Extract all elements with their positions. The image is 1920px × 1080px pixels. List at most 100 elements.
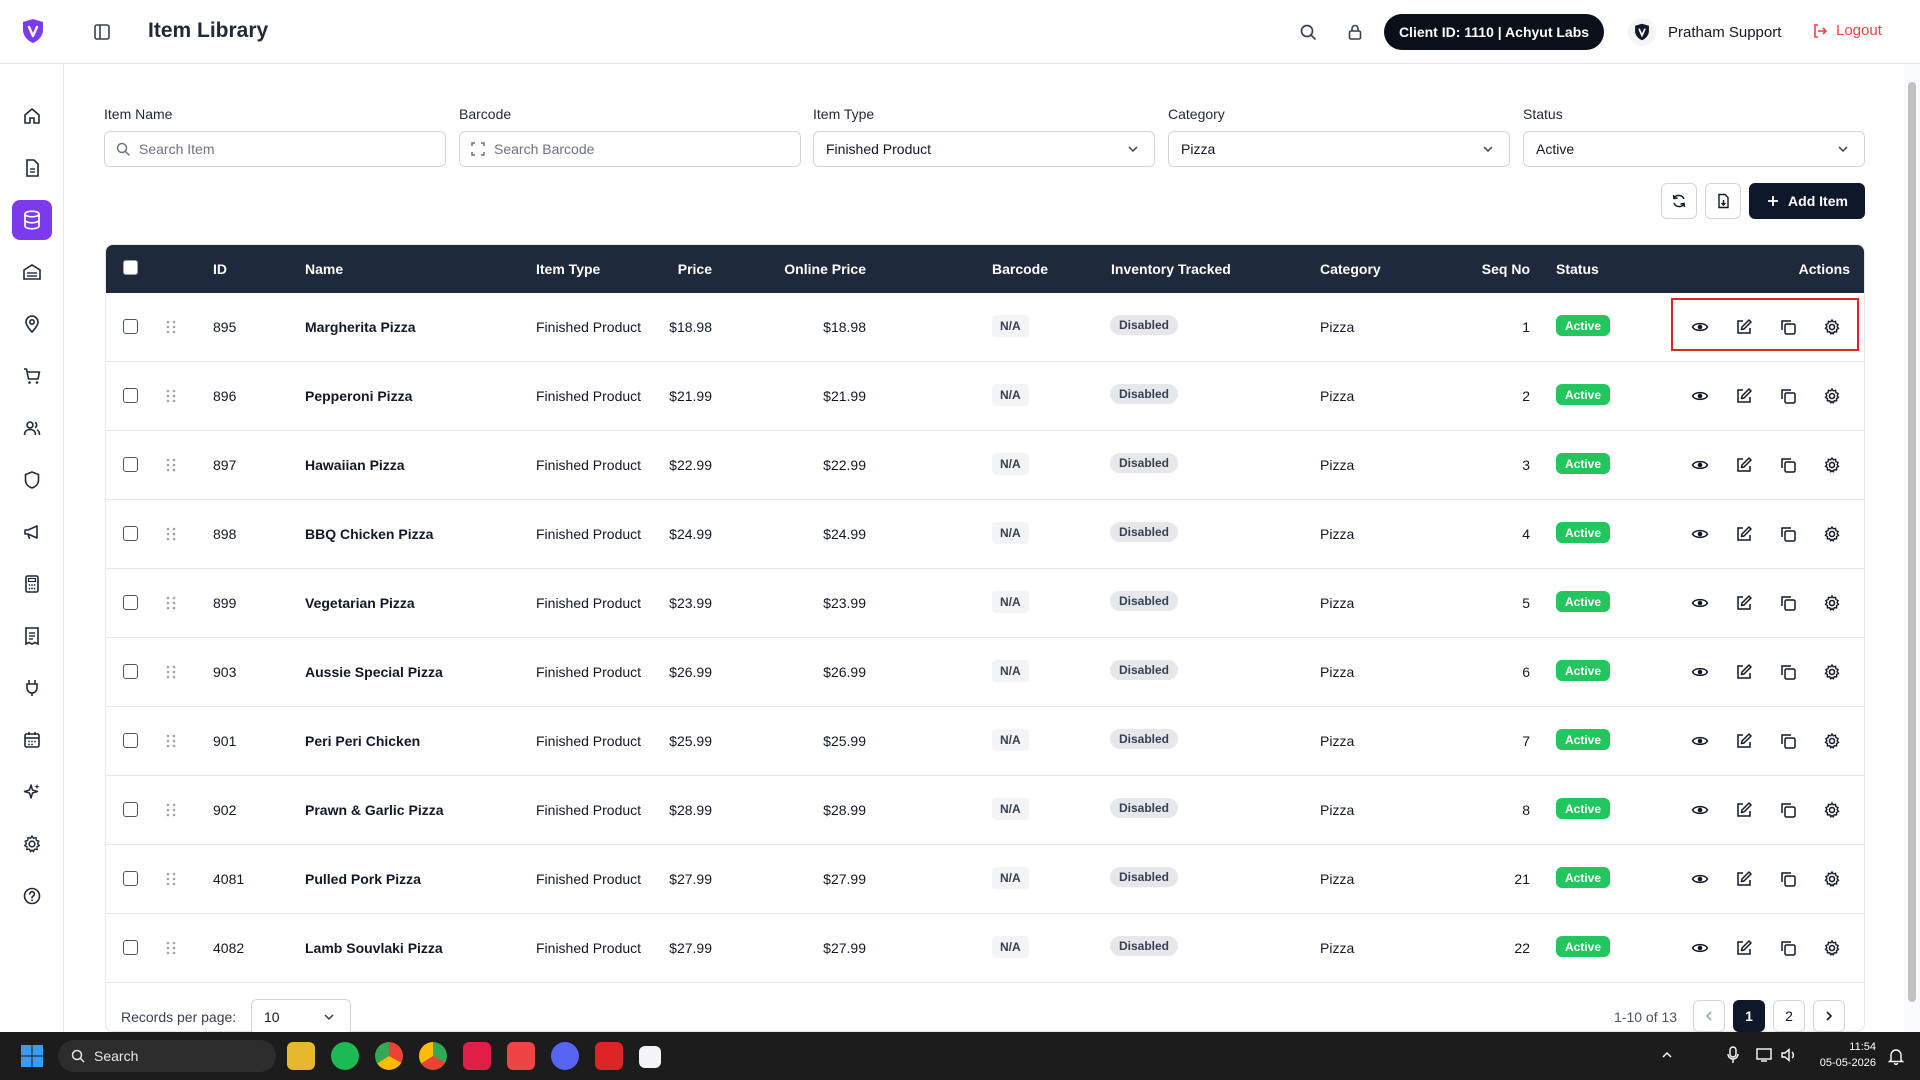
table-row[interactable]: 899 Vegetarian Pizza Finished Product $23.9… xyxy=(106,569,1864,638)
edit-icon[interactable] xyxy=(1735,870,1753,888)
scrollbar-thumb[interactable] xyxy=(1908,82,1916,1002)
table-row[interactable]: 902 Prawn & Garlic Pizza Finished Product $… xyxy=(106,776,1864,845)
table-row[interactable]: 895 Margherita Pizza Finished Product $18.9… xyxy=(106,293,1864,362)
column-header-name[interactable]: Name xyxy=(305,261,343,277)
drag-handle-icon[interactable] xyxy=(165,457,177,473)
table-row[interactable]: 898 BBQ Chicken Pizza Finished Product $24.… xyxy=(106,500,1864,569)
sidebar-item-calculator[interactable] xyxy=(12,564,52,604)
edit-icon[interactable] xyxy=(1735,939,1753,957)
app-pocket-icon[interactable] xyxy=(595,1042,623,1070)
view-icon[interactable] xyxy=(1691,525,1709,543)
sidebar-item-locations[interactable] xyxy=(12,304,52,344)
edit-icon[interactable] xyxy=(1735,801,1753,819)
volume-icon[interactable] xyxy=(1780,1047,1798,1063)
row-checkbox[interactable] xyxy=(123,940,138,955)
drag-handle-icon[interactable] xyxy=(165,940,177,956)
settings-gear-icon[interactable] xyxy=(1823,801,1841,819)
settings-gear-icon[interactable] xyxy=(1823,456,1841,474)
view-icon[interactable] xyxy=(1691,387,1709,405)
view-icon[interactable] xyxy=(1691,456,1709,474)
copy-icon[interactable] xyxy=(1779,870,1797,888)
notification-bell-icon[interactable] xyxy=(1888,1047,1904,1065)
drag-handle-icon[interactable] xyxy=(165,526,177,542)
column-header-barcode[interactable]: Barcode xyxy=(992,261,1048,277)
chevron-up-icon[interactable] xyxy=(1660,1048,1674,1062)
status-select[interactable]: Active xyxy=(1523,131,1865,167)
edit-icon[interactable] xyxy=(1735,663,1753,681)
row-checkbox[interactable] xyxy=(123,595,138,610)
row-checkbox[interactable] xyxy=(123,802,138,817)
settings-gear-icon[interactable] xyxy=(1823,870,1841,888)
refresh-button[interactable] xyxy=(1661,183,1697,219)
drag-handle-icon[interactable] xyxy=(165,388,177,404)
column-header-category[interactable]: Category xyxy=(1320,261,1381,277)
settings-gear-icon[interactable] xyxy=(1823,732,1841,750)
page-scrollbar[interactable] xyxy=(1904,64,1920,1032)
column-header-price[interactable]: Price xyxy=(678,261,712,277)
view-icon[interactable] xyxy=(1691,870,1709,888)
edit-icon[interactable] xyxy=(1735,525,1753,543)
table-row[interactable]: 4082 Lamb Souvlaki Pizza Finished Product $… xyxy=(106,914,1864,983)
table-row[interactable]: 4081 Pulled Pork Pizza Finished Product $27… xyxy=(106,845,1864,914)
table-row[interactable]: 901 Peri Peri Chicken Finished Product $25.… xyxy=(106,707,1864,776)
copy-icon[interactable] xyxy=(1779,732,1797,750)
copy-icon[interactable] xyxy=(1779,456,1797,474)
column-header-item-type[interactable]: Item Type xyxy=(536,261,600,277)
row-checkbox[interactable] xyxy=(123,388,138,403)
chrome-icon[interactable] xyxy=(375,1042,403,1070)
column-header-status[interactable]: Status xyxy=(1556,261,1599,277)
drag-handle-icon[interactable] xyxy=(165,595,177,611)
settings-gear-icon[interactable] xyxy=(1823,525,1841,543)
view-icon[interactable] xyxy=(1691,594,1709,612)
sidebar-item-help[interactable] xyxy=(12,876,52,916)
user-name[interactable]: Pratham Support xyxy=(1668,24,1781,41)
copy-icon[interactable] xyxy=(1779,525,1797,543)
records-per-page-select[interactable]: 10 xyxy=(251,999,351,1035)
sidebar-item-marketing[interactable] xyxy=(12,512,52,552)
sidebar-item-item-library[interactable] xyxy=(12,200,52,240)
sidebar-item-customers[interactable] xyxy=(12,408,52,448)
drag-handle-icon[interactable] xyxy=(165,802,177,818)
sidebar-item-inventory[interactable] xyxy=(12,252,52,292)
category-select[interactable]: Pizza xyxy=(1168,131,1510,167)
column-header-online-price[interactable]: Online Price xyxy=(784,261,866,277)
table-row[interactable]: 897 Hawaiian Pizza Finished Product $22.99 $… xyxy=(106,431,1864,500)
edit-icon[interactable] xyxy=(1735,594,1753,612)
spotify-icon[interactable] xyxy=(331,1042,359,1070)
edit-icon[interactable] xyxy=(1735,732,1753,750)
windows-start-icon[interactable] xyxy=(20,1044,44,1068)
sidebar-item-home[interactable] xyxy=(12,96,52,136)
table-row[interactable]: 903 Aussie Special Pizza Finished Product $… xyxy=(106,638,1864,707)
column-header-id[interactable]: ID xyxy=(213,261,227,277)
clock-time[interactable]: 11:54 xyxy=(1800,1041,1876,1053)
row-checkbox[interactable] xyxy=(123,871,138,886)
settings-gear-icon[interactable] xyxy=(1823,939,1841,957)
drag-handle-icon[interactable] xyxy=(165,733,177,749)
column-header-seq-no[interactable]: Seq No xyxy=(1482,261,1530,277)
sidebar-item-ai[interactable] xyxy=(12,772,52,812)
row-checkbox[interactable] xyxy=(123,319,138,334)
brand-logo-icon[interactable] xyxy=(20,18,46,44)
app-download-icon[interactable] xyxy=(507,1042,535,1070)
settings-gear-icon[interactable] xyxy=(1823,594,1841,612)
file-explorer-icon[interactable] xyxy=(287,1042,315,1070)
microphone-icon[interactable] xyxy=(1726,1046,1740,1064)
next-page-button[interactable] xyxy=(1813,1000,1845,1032)
view-icon[interactable] xyxy=(1691,663,1709,681)
copy-icon[interactable] xyxy=(1779,801,1797,819)
table-row[interactable]: 896 Pepperoni Pizza Finished Product $21.99… xyxy=(106,362,1864,431)
copy-icon[interactable] xyxy=(1779,939,1797,957)
app-paint-icon[interactable] xyxy=(639,1046,661,1068)
select-all-checkbox[interactable] xyxy=(123,260,138,275)
copy-icon[interactable] xyxy=(1779,663,1797,681)
logout-button[interactable]: Logout xyxy=(1812,22,1882,39)
export-button[interactable] xyxy=(1705,183,1741,219)
clock-date[interactable]: 05-05-2026 xyxy=(1800,1057,1876,1069)
drag-handle-icon[interactable] xyxy=(165,871,177,887)
chrome-profile-icon[interactable] xyxy=(419,1042,447,1070)
view-icon[interactable] xyxy=(1691,732,1709,750)
row-checkbox[interactable] xyxy=(123,733,138,748)
taskbar-search[interactable]: Search xyxy=(58,1040,276,1072)
lock-icon[interactable] xyxy=(1345,22,1365,42)
user-avatar[interactable] xyxy=(1628,18,1656,46)
